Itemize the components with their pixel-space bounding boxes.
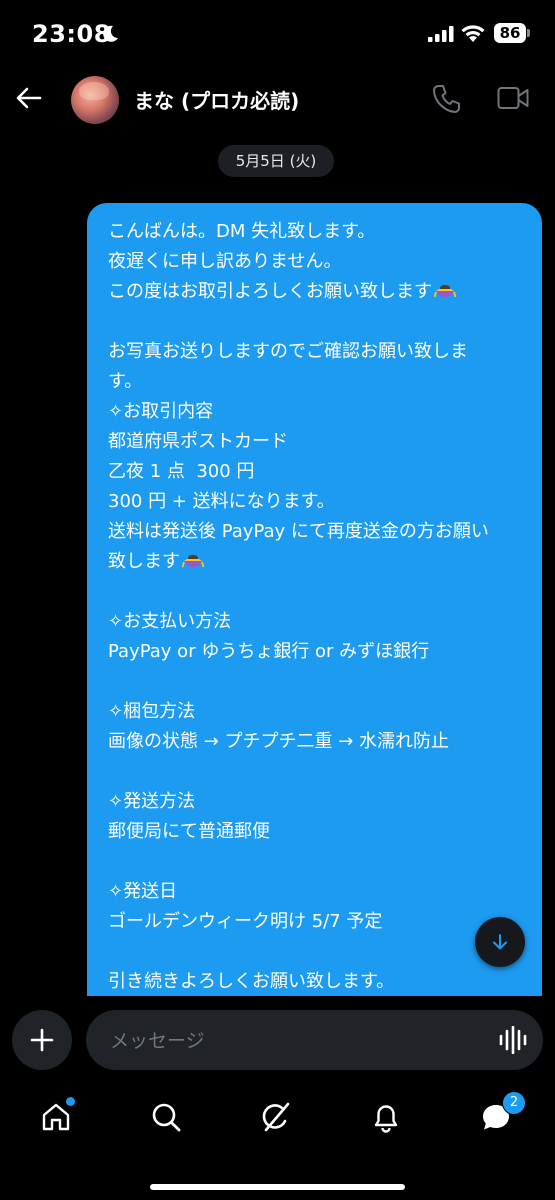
battery-tip bbox=[527, 29, 530, 37]
message-line: ゴールデンウィーク明け 5/7 予定 bbox=[108, 911, 383, 932]
contact-name[interactable]: まな (プロカ必読) bbox=[134, 85, 299, 114]
wifi-icon bbox=[461, 25, 485, 42]
plus-icon bbox=[30, 1028, 54, 1052]
message-line: 致します bbox=[108, 547, 528, 577]
video-camera-icon[interactable] bbox=[497, 86, 529, 110]
message-line: 送料は発送後 PayPay にて再度送金の方お願い bbox=[108, 521, 489, 542]
message-line bbox=[108, 937, 528, 967]
message-line: ✧発送日 bbox=[108, 881, 178, 902]
message-line: 画像の状態 → プチプチ二重 → 水濡れ防止 bbox=[108, 731, 450, 752]
bowing-person-emoji-icon bbox=[182, 555, 204, 568]
arrow-down-icon bbox=[493, 934, 507, 950]
message-line: PayPay or ゆうちょ銀行 or みずほ銀行 bbox=[108, 641, 430, 662]
avatar[interactable] bbox=[71, 76, 119, 124]
signal-icon bbox=[428, 26, 454, 42]
message-line: 300 円 + 送料になります。 bbox=[108, 491, 335, 512]
message-line: 都道府県ポストカード bbox=[108, 431, 288, 452]
date-separator: 5月5日 (火) bbox=[218, 145, 334, 177]
nav-grok[interactable] bbox=[256, 1097, 296, 1137]
message-line bbox=[108, 847, 528, 877]
bowing-person-emoji-icon bbox=[434, 285, 456, 298]
search-icon bbox=[152, 1103, 181, 1132]
message-line: 夜遅くに申し訳ありません。 bbox=[108, 251, 342, 272]
back-arrow-icon[interactable] bbox=[14, 83, 44, 113]
home-icon bbox=[42, 1103, 70, 1131]
message-line: 乙夜 1 点 300 円 bbox=[108, 461, 255, 482]
message-line bbox=[108, 757, 528, 787]
status-bar: 23:08 86 bbox=[0, 0, 555, 66]
messages-badge: 2 bbox=[502, 1091, 526, 1115]
message-line bbox=[108, 577, 528, 607]
nav-notifications[interactable] bbox=[366, 1097, 406, 1137]
nav-messages[interactable]: 2 bbox=[476, 1091, 526, 1137]
moon-icon bbox=[103, 25, 118, 42]
message-line: 引き続きよろしくお願い致します。 bbox=[108, 971, 395, 992]
message-line bbox=[108, 667, 528, 697]
message-line: す。 bbox=[108, 371, 143, 392]
message-input[interactable] bbox=[108, 1022, 472, 1060]
bell-icon bbox=[374, 1105, 398, 1133]
scroll-to-bottom-button[interactable] bbox=[475, 917, 525, 967]
add-attachment-button[interactable] bbox=[12, 1010, 72, 1070]
home-unread-dot bbox=[66, 1097, 75, 1106]
message-line: ✧梱包方法 bbox=[108, 701, 196, 722]
message-line: こんばんは。DM 失礼致します。 bbox=[108, 221, 376, 242]
battery-indicator: 86 bbox=[494, 23, 526, 43]
voice-wave-icon[interactable] bbox=[498, 1026, 528, 1054]
message-line: この度はお取引よろしくお願い致します bbox=[108, 277, 528, 307]
message-line: ✧お支払い方法 bbox=[108, 611, 232, 632]
nav-home[interactable] bbox=[36, 1097, 76, 1137]
grok-icon bbox=[262, 1102, 290, 1132]
message-text: こんばんは。DM 失礼致します。 夜遅くに申し訳ありません。 この度はお取引よろ… bbox=[108, 217, 528, 996]
bottom-navigation: 2 bbox=[0, 1085, 555, 1151]
nav-search[interactable] bbox=[146, 1097, 186, 1137]
message-line: 郵便局にて普通郵便 bbox=[108, 821, 270, 842]
message-line bbox=[108, 307, 528, 337]
phone-icon[interactable] bbox=[432, 84, 460, 114]
message-line: お写真お送りしますのでご確認お願い致しま bbox=[108, 341, 468, 362]
message-bubble[interactable]: こんばんは。DM 失礼致します。 夜遅くに申し訳ありません。 この度はお取引よろ… bbox=[87, 203, 542, 996]
message-line: ✧お取引内容 bbox=[108, 401, 214, 422]
conversation-header: まな (プロカ必読) bbox=[0, 66, 555, 132]
message-composer[interactable] bbox=[86, 1010, 543, 1070]
message-line: ✧発送方法 bbox=[108, 791, 196, 812]
home-indicator bbox=[150, 1184, 405, 1190]
